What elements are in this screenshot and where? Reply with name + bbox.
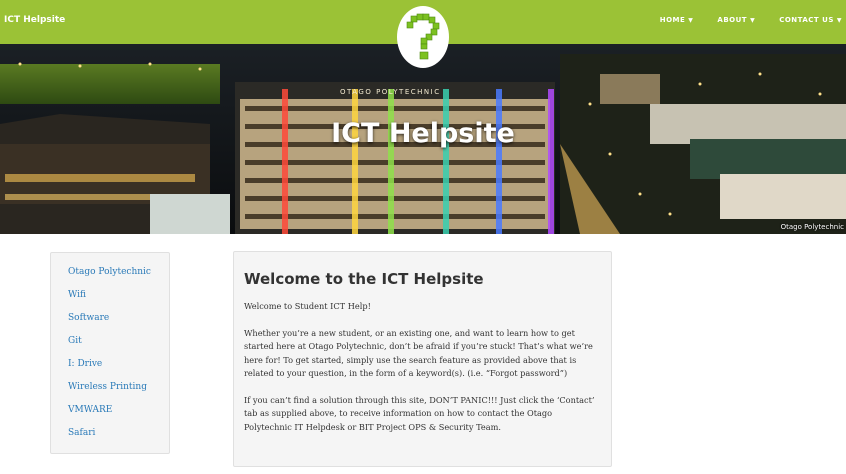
sidebar-item-wireless-printing[interactable]: Wireless Printing [68, 382, 169, 405]
sidebar-item-vmware[interactable]: VMWARE [68, 405, 169, 428]
nav-about-label: ABOUT [717, 16, 748, 24]
site-title-link[interactable]: ICT Helpsite [4, 15, 65, 25]
nav-home-label: HOME [659, 16, 686, 24]
hero-title: ICT Helpsite [331, 118, 515, 149]
sidebar-item-i-drive[interactable]: I: Drive [68, 359, 169, 382]
intro-paragraph: Welcome to Student ICT Help! [244, 301, 371, 311]
getting-started-paragraph: Whether you’re a new student, or an exis… [244, 327, 593, 379]
sidebar-item-wifi[interactable]: Wifi [68, 290, 169, 313]
main-nav: HOME ▼ ABOUT ▼ CONTACT US ▼ [636, 16, 842, 24]
contact-paragraph: If you can’t find a solution through thi… [244, 394, 595, 432]
sidebar-item-git[interactable]: Git [68, 336, 169, 359]
site-logo[interactable] [397, 6, 449, 68]
main-content-card: Welcome to the ICT Helpsite Welcome to S… [233, 251, 612, 467]
nav-contact-label: CONTACT US [779, 16, 834, 24]
chevron-down-icon: ▼ [750, 17, 756, 24]
question-mark-icon [406, 13, 440, 60]
nav-home[interactable]: HOME ▼ [660, 16, 694, 24]
sidebar-item-safari[interactable]: Safari [68, 428, 169, 451]
sidebar-item-software[interactable]: Software [68, 313, 169, 336]
nav-about[interactable]: ABOUT ▼ [717, 16, 755, 24]
page-title: Welcome to the ICT Helpsite [244, 270, 484, 288]
sidebar-menu: Otago Polytechnic Wifi Software Git I: D… [50, 252, 170, 454]
sidebar-item-otago-polytechnic[interactable]: Otago Polytechnic [68, 267, 169, 290]
hero-banner: OTAGO POLYTECHNIC ICT Helpsite Otago Pol… [0, 44, 846, 234]
chevron-down-icon: ▼ [836, 17, 842, 24]
nav-contact-us[interactable]: CONTACT US ▼ [779, 16, 842, 24]
photo-caption: Otago Polytechnic [780, 223, 844, 231]
chevron-down-icon: ▼ [688, 17, 694, 24]
building-sign: OTAGO POLYTECHNIC [340, 88, 441, 96]
